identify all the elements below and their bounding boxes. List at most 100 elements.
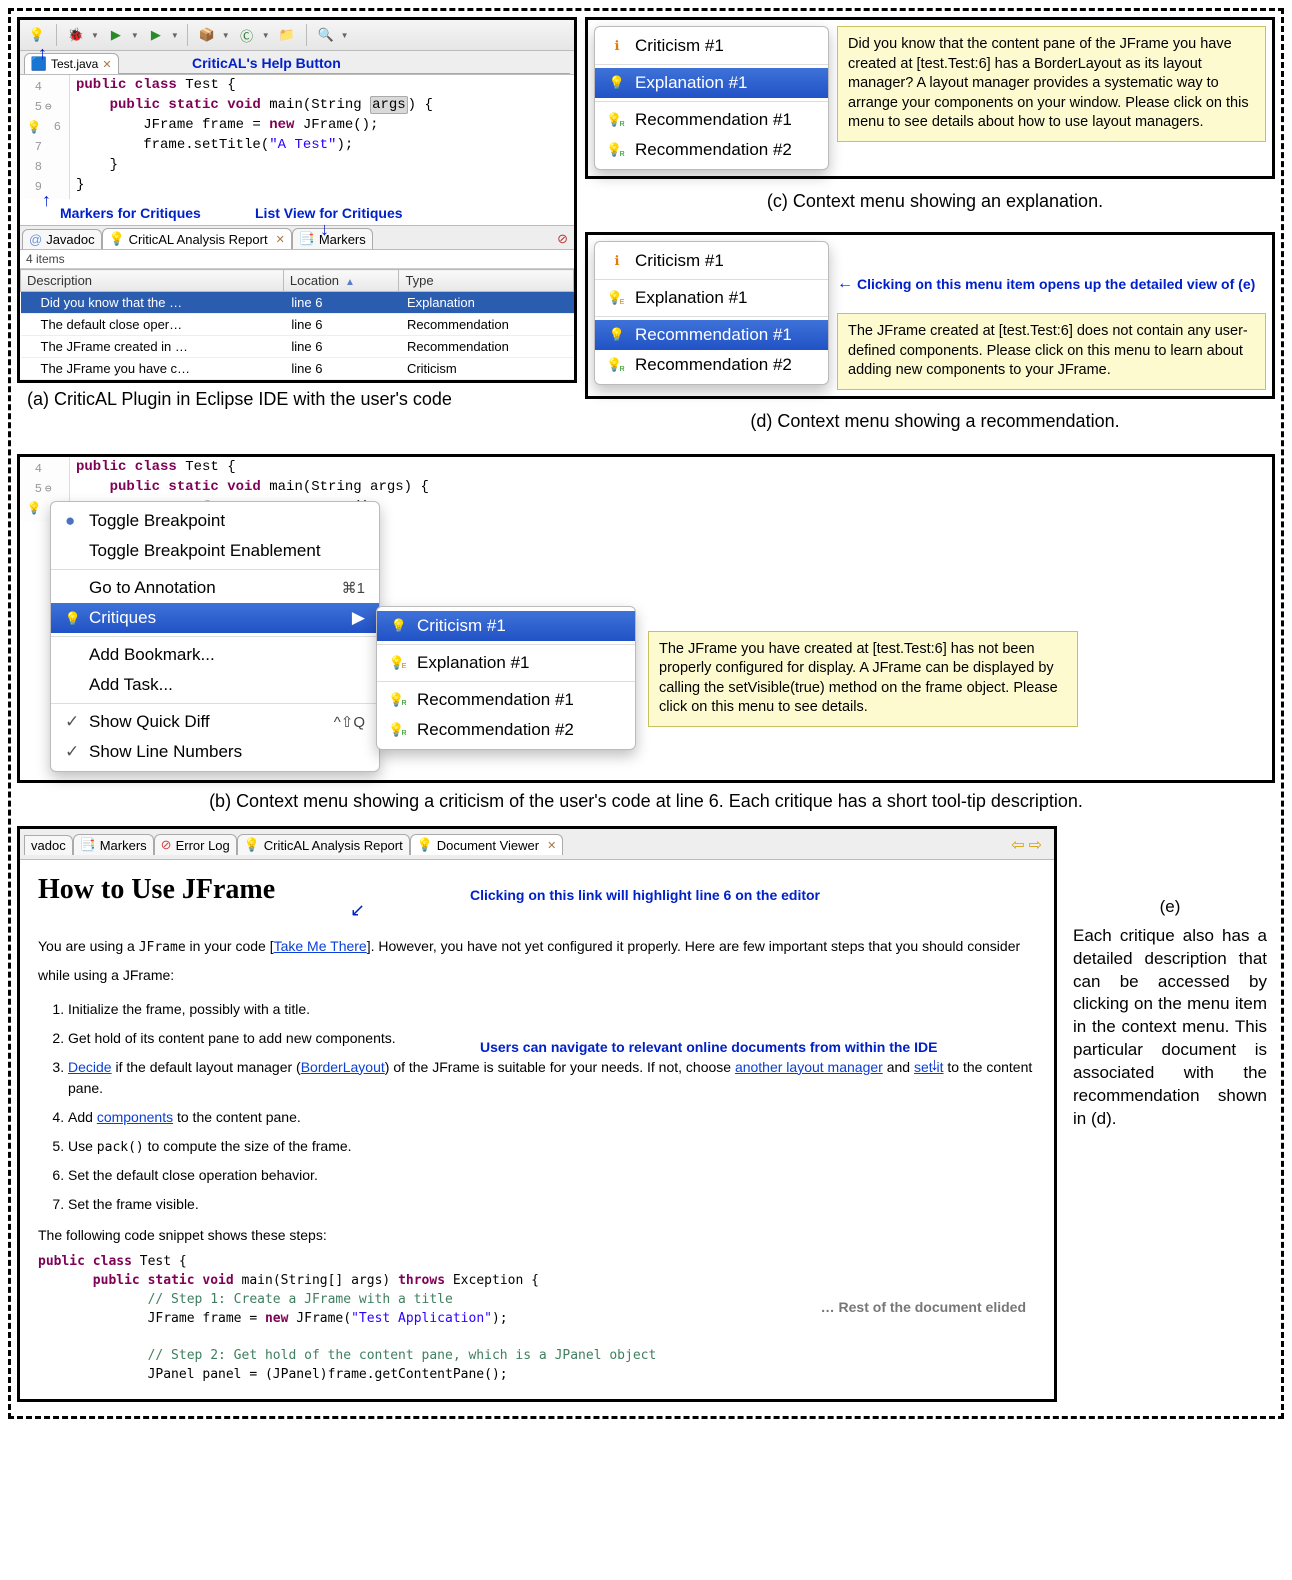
tab-markers[interactable]: 📑Markers	[292, 228, 373, 249]
menu-toggle-breakpoint-enablement[interactable]: Toggle Breakpoint Enablement	[51, 536, 379, 566]
caption-a: (a) CriticAL Plugin in Eclipse IDE with …	[27, 389, 577, 410]
menu-add-bookmark[interactable]: Add Bookmark...	[51, 640, 379, 670]
critique-marker-icon[interactable]: 💡	[26, 501, 42, 517]
menu-item-explanation-1[interactable]: 💡Explanation #1	[595, 283, 828, 313]
nav-fwd-icon[interactable]: ⇨	[1029, 835, 1042, 855]
package-icon: 📦	[199, 27, 215, 43]
step-1: Initialize the frame, possibly with a ti…	[68, 999, 1036, 1020]
nav-back-icon[interactable]: ⇦	[1011, 835, 1024, 855]
col-location[interactable]: Location▲	[283, 270, 399, 292]
step-5: Use pack() to compute the size of the fr…	[68, 1136, 1036, 1158]
explanation-icon: 💡	[609, 75, 625, 91]
snippet-intro: The following code snippet shows these s…	[38, 1227, 1036, 1243]
table-row[interactable]: Did you know that the …line 6Explanation	[21, 292, 574, 314]
menu-go-to-annotation[interactable]: Go to Annotation⌘1	[51, 573, 379, 603]
tab-critical-report[interactable]: 💡CriticAL Analysis Report✕	[102, 228, 292, 249]
tooltip-c: Did you know that the content pane of th…	[837, 26, 1266, 142]
tab-error-log[interactable]: ⊘Error Log	[154, 834, 237, 855]
file-tab-label: Test.java	[51, 57, 98, 71]
close-icon[interactable]: ✕	[547, 839, 556, 852]
submenu-criticism-1[interactable]: 💡Criticism #1	[377, 611, 635, 641]
bug-icon: 🐞	[68, 27, 84, 43]
error-icon: ⊘	[161, 837, 172, 853]
set-it-link[interactable]: set it	[914, 1059, 944, 1075]
menu-critiques[interactable]: 💡Critiques▶	[51, 603, 379, 633]
lightbulb-icon: 💡	[65, 611, 81, 627]
menu-item-criticism-1[interactable]: ℹCriticism #1	[595, 246, 828, 276]
tab-javadoc[interactable]: vadoc	[24, 835, 73, 855]
components-link[interactable]: components	[97, 1109, 173, 1125]
context-menu-d: ℹCriticism #1 💡Explanation #1 💡Recommend…	[594, 241, 829, 385]
search-button[interactable]: 🔍	[315, 24, 337, 46]
borderlayout-link[interactable]: BorderLayout	[301, 1059, 385, 1075]
critique-marker-icon[interactable]: 💡	[26, 119, 42, 135]
code-area: public class Test { public static void m…	[70, 75, 433, 199]
criticism-icon: ℹ	[609, 38, 625, 54]
arrow-up: ↑	[42, 191, 51, 209]
panel-d: ℹCriticism #1 💡Explanation #1 💡Recommend…	[585, 232, 1275, 399]
submenu-arrow-icon: ▶	[352, 608, 365, 628]
recommendation-icon: 💡	[609, 357, 625, 373]
take-me-there-link[interactable]: Take Me There	[274, 938, 367, 954]
menu-item-recommendation-1[interactable]: 💡Recommendation #1	[595, 105, 828, 135]
lightbulb-icon: 💡	[417, 837, 433, 853]
col-description[interactable]: Description	[21, 270, 284, 292]
new-package-button[interactable]: 📦	[196, 24, 218, 46]
critiques-submenu: 💡Criticism #1 💡Explanation #1 💡Recommend…	[376, 606, 636, 750]
menu-item-recommendation-2[interactable]: 💡Recommendation #2	[595, 135, 828, 165]
highlighted-arg: args	[370, 96, 408, 114]
arrow-up: ↑	[38, 44, 47, 62]
panel-c: ℹCriticism #1 💡Explanation #1 💡Recommend…	[585, 17, 1275, 179]
menu-show-quick-diff[interactable]: ✓Show Quick Diff^⇧Q	[51, 707, 379, 737]
doc-tab-bar: vadoc 📑Markers ⊘Error Log 💡CriticAL Anal…	[20, 829, 1054, 860]
tab-markers[interactable]: 📑Markers	[73, 834, 154, 855]
tab-javadoc[interactable]: @Javadoc	[22, 229, 102, 249]
debug-button[interactable]: 🐞	[65, 24, 87, 46]
explanation-icon: 💡	[609, 290, 625, 306]
caption-b: (b) Context menu showing a criticism of …	[17, 791, 1275, 812]
another-layout-link[interactable]: another layout manager	[735, 1059, 883, 1075]
code-snippet: public class Test { public static void m…	[38, 1253, 1036, 1385]
tooltip-b: The JFrame you have created at [test.Tes…	[648, 631, 1078, 727]
run-last-button[interactable]: ▶	[145, 24, 167, 46]
close-icon[interactable]: ✕	[276, 233, 285, 246]
menu-add-task[interactable]: Add Task...	[51, 670, 379, 700]
submenu-explanation-1[interactable]: 💡Explanation #1	[377, 648, 635, 678]
eclipse-toolbar: 💡 🐞▼ ▶▼ ▶▼ 📦▼ Ⓒ▼ 📁 🔍▼	[20, 20, 574, 51]
close-icon[interactable]: ✕	[102, 58, 111, 71]
panel-e-docviewer: vadoc 📑Markers ⊘Error Log 💡CriticAL Anal…	[17, 826, 1057, 1402]
tab-critical-report[interactable]: 💡CriticAL Analysis Report	[237, 834, 410, 855]
col-type[interactable]: Type	[399, 270, 574, 292]
submenu-recommendation-1[interactable]: 💡Recommendation #1	[377, 685, 635, 715]
new-class-button[interactable]: Ⓒ	[236, 24, 258, 46]
criticism-icon: ℹ	[609, 253, 625, 269]
menu-toggle-breakpoint[interactable]: ●Toggle Breakpoint	[51, 506, 379, 536]
arrow-down-left: ↙	[350, 901, 365, 919]
caption-d: (d) Context menu showing a recommendatio…	[595, 411, 1275, 432]
table-row[interactable]: The JFrame created in …line 6Recommendat…	[21, 336, 574, 358]
menu-show-line-numbers[interactable]: ✓Show Line Numbers	[51, 737, 379, 767]
step-6: Set the default close operation behavior…	[68, 1165, 1036, 1186]
tab-document-viewer[interactable]: 💡Document Viewer✕	[410, 834, 564, 855]
menu-item-explanation-1[interactable]: 💡Explanation #1	[595, 68, 828, 98]
caption-c: (c) Context menu showing an explanation.	[595, 191, 1275, 212]
menu-item-criticism-1[interactable]: ℹCriticism #1	[595, 31, 828, 61]
step-4: Add components to the content pane.	[68, 1107, 1036, 1128]
table-row[interactable]: The default close oper…line 6Recommendat…	[21, 314, 574, 336]
code-editor[interactable]: 4 5⊖ 💡6 7 8 9 public class Test { public…	[20, 75, 574, 199]
anno-help-label: CriticAL's Help Button	[192, 55, 341, 71]
play-icon: ▶	[108, 27, 124, 43]
arrow-left: ←	[837, 275, 853, 293]
run-button[interactable]: ▶	[105, 24, 127, 46]
criticism-icon: 💡	[391, 618, 407, 634]
menu-item-recommendation-2[interactable]: 💡Recommendation #2	[595, 350, 828, 380]
menu-item-recommendation-1[interactable]: 💡Recommendation #1	[595, 320, 828, 350]
context-menu-c: ℹCriticism #1 💡Explanation #1 💡Recommend…	[594, 26, 829, 170]
lightbulb-icon: 💡	[29, 27, 45, 43]
submenu-recommendation-2[interactable]: 💡Recommendation #2	[377, 715, 635, 745]
gutter-context-menu: ●Toggle Breakpoint Toggle Breakpoint Ena…	[50, 501, 380, 772]
new-folder-button[interactable]: 📁	[276, 24, 298, 46]
decide-link[interactable]: Decide	[68, 1059, 112, 1075]
table-row[interactable]: The JFrame you have c…line 6Criticism	[21, 358, 574, 380]
bottom-tab-bar: @Javadoc 💡CriticAL Analysis Report✕ 📑Mar…	[20, 225, 574, 250]
